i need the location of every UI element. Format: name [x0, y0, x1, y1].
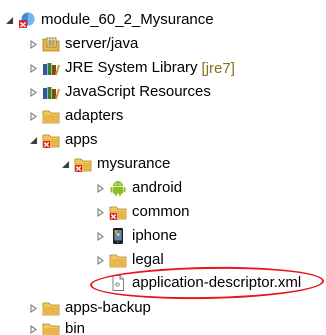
tree-item-label: application-descriptor.xml [132, 274, 302, 291]
tree-item-mysurance[interactable]: mysurance [60, 153, 170, 175]
tree-item-apps-backup[interactable]: apps-backup [28, 297, 151, 319]
collapsed-triangle-icon[interactable] [95, 255, 106, 266]
tree-item-javascript-resources[interactable]: JavaScript Resources [28, 81, 211, 103]
collapsed-triangle-icon[interactable] [28, 63, 39, 74]
tree-item-iphone[interactable]: iphone [95, 225, 177, 247]
tree-item-label: adapters [65, 107, 124, 124]
tree-item-android[interactable]: android [95, 177, 182, 199]
collapsed-triangle-icon[interactable] [95, 231, 106, 242]
collapsed-triangle-icon[interactable] [28, 324, 39, 335]
collapsed-triangle-icon[interactable] [28, 111, 39, 122]
collapsed-triangle-icon[interactable] [28, 87, 39, 98]
tree-item-adapters[interactable]: adapters [28, 105, 123, 127]
tree-item-project[interactable]: module_60_2_Mysurance [4, 9, 214, 31]
collapsed-triangle-icon[interactable] [95, 207, 106, 218]
tree-item-server-java[interactable]: server/java [28, 33, 138, 55]
tree-item-label: legal [132, 251, 164, 268]
tree-item-label: apps [65, 131, 98, 148]
expanded-triangle-icon[interactable] [60, 159, 71, 170]
collapsed-triangle-icon[interactable] [95, 183, 106, 194]
library-icon [42, 59, 60, 77]
tree-item-common[interactable]: common [95, 201, 190, 223]
folder-icon [42, 107, 60, 125]
java-source-folder-icon [42, 35, 60, 53]
jre-version-decoration: [jre7] [201, 59, 235, 77]
tree-item-label: iphone [132, 227, 178, 244]
library-icon [42, 83, 60, 101]
xml-file-icon [109, 274, 127, 292]
android-icon [109, 179, 127, 197]
worklight-folder-icon [109, 203, 127, 221]
tree-item-jre-library[interactable]: JRE System Library [jre7] [28, 57, 235, 79]
worklight-folder-icon [42, 131, 60, 149]
tree-item-label: bin [65, 320, 86, 335]
expanded-triangle-icon[interactable] [4, 15, 15, 26]
project-icon [18, 11, 36, 29]
project-explorer-tree: module_60_2_Mysurance server/java JRE Sy… [0, 0, 326, 335]
worklight-folder-icon [74, 155, 92, 173]
tree-item-application-descriptor[interactable]: application-descriptor.xml [109, 272, 301, 294]
tree-item-label: server/java [65, 35, 139, 52]
folder-icon [109, 251, 127, 269]
tree-item-label: JRE System Library [65, 59, 198, 76]
tree-item-label: mysurance [97, 155, 171, 172]
collapsed-triangle-icon[interactable] [28, 39, 39, 50]
tree-item-label: apps-backup [65, 299, 151, 316]
tree-item-label: android [132, 179, 183, 196]
folder-icon [42, 320, 60, 335]
expanded-triangle-icon[interactable] [28, 135, 39, 146]
tree-item-label: JavaScript Resources [65, 83, 211, 100]
tree-item-legal[interactable]: legal [95, 249, 164, 271]
folder-icon [42, 299, 60, 317]
tree-item-label: common [132, 203, 190, 220]
tree-item-apps[interactable]: apps [28, 129, 98, 151]
tree-item-bin[interactable]: bin [28, 318, 85, 335]
iphone-icon [109, 227, 127, 245]
collapsed-triangle-icon[interactable] [28, 303, 39, 314]
tree-item-label: module_60_2_Mysurance [41, 11, 214, 28]
